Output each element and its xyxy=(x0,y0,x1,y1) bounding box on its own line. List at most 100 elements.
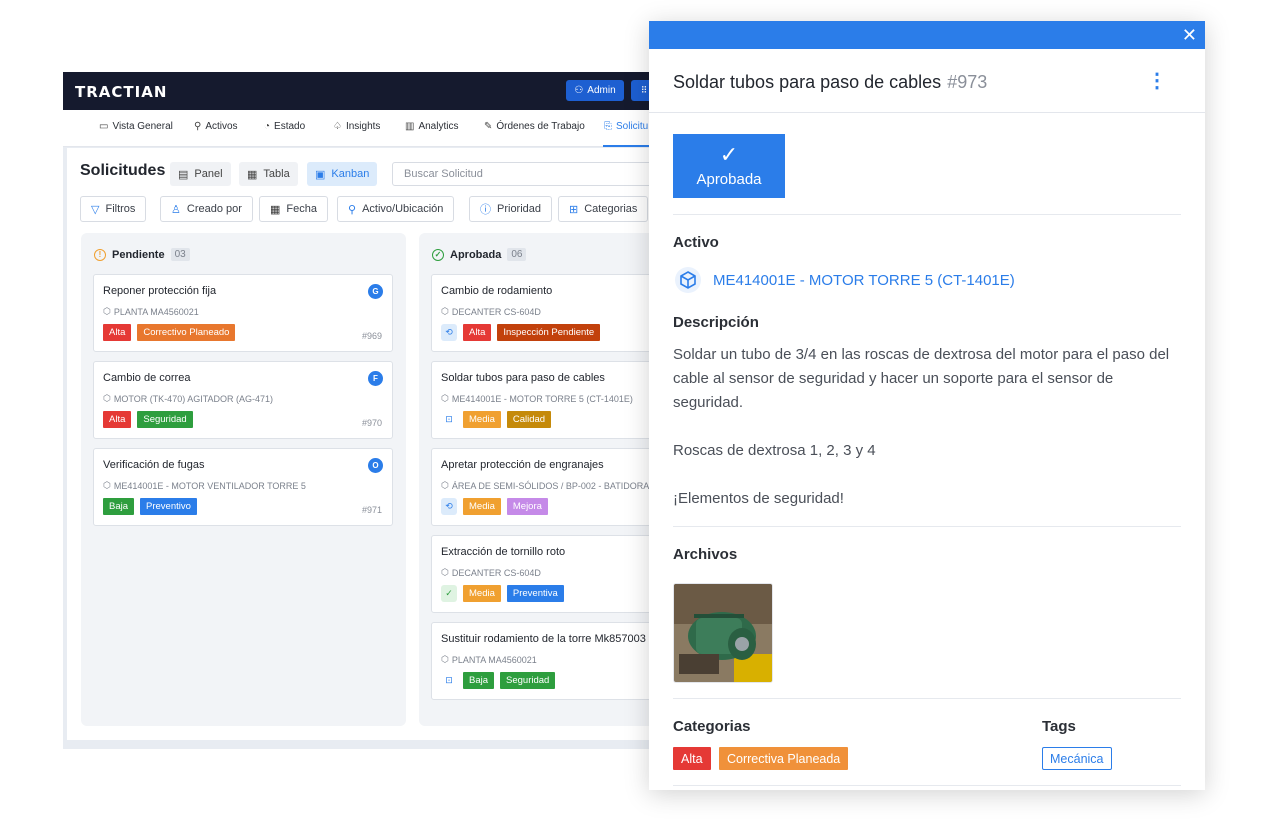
priority-tag: Media xyxy=(463,411,501,428)
hierarchy-icon: ⚲ xyxy=(348,203,357,216)
nav-solicitudes[interactable]: ⎘ Solicitu xyxy=(604,121,648,132)
status-approved-button[interactable]: ✓ Aprobada xyxy=(673,134,785,198)
cube-icon: ⬡ xyxy=(441,567,449,577)
view-panel-button[interactable]: ▤ Panel xyxy=(170,162,231,186)
card-asset: ⬡ DECANTER CS-604D xyxy=(441,306,541,317)
cube-icon: ⬡ xyxy=(103,393,111,403)
clock-icon: ! xyxy=(94,248,106,261)
description-text: ¡Elementos de seguridad! xyxy=(673,490,844,507)
category-tag: Correctivo Planeado xyxy=(137,324,236,341)
nav-ordenes[interactable]: ✎ Órdenes de Trabajo xyxy=(484,121,585,132)
card-title: Sustituir rodamiento de la torre Mk85700… xyxy=(441,633,646,645)
panel-top-bar: ✕ xyxy=(649,21,1205,49)
admin-label: Admin xyxy=(587,85,616,96)
admin-button[interactable]: ⚇ Admin xyxy=(566,80,624,101)
card-asset: ⬡ MOTOR (TK-470) AGITADOR (AG-471) xyxy=(103,393,274,404)
cube-icon: ⬡ xyxy=(441,306,449,316)
close-icon[interactable]: ✕ xyxy=(1182,25,1197,45)
priority-tag: Alta xyxy=(103,411,132,428)
filter-categorias-button[interactable]: ⊞ Categorias xyxy=(558,196,649,222)
monitor-icon: ▭ xyxy=(99,121,109,132)
tag-chip: Mecánica xyxy=(1042,747,1112,770)
view-kanban-button[interactable]: ▣ Kanban xyxy=(307,162,378,186)
funnel-icon: ▽ xyxy=(91,203,100,216)
view-tabla-button[interactable]: ▦ Tabla xyxy=(239,162,298,186)
asset-link[interactable]: ME414001E - MOTOR TORRE 5 (CT-1401E) xyxy=(675,267,1015,293)
filter-filtros-button[interactable]: ▽ Filtros xyxy=(80,196,147,222)
bar-chart-icon: ▥ xyxy=(405,121,415,132)
check-circle-icon: ✓ xyxy=(432,248,444,261)
card-asset: ⬡ ME414001E - MOTOR TORRE 5 (CT-1401E) xyxy=(441,393,633,404)
card-tags: Alta Correctivo Planeado xyxy=(103,324,236,341)
asset-heading: Activo xyxy=(673,234,719,251)
cube-icon: ⬡ xyxy=(441,393,449,403)
nav-analytics[interactable]: ▥ Analytics xyxy=(405,121,458,132)
unlock-icon: ⊡ xyxy=(445,675,453,685)
cube-icon: ⬡ xyxy=(441,654,449,664)
gauge-icon: ◔ xyxy=(264,121,271,132)
categories-heading: Categorias xyxy=(673,718,751,735)
nav-estado[interactable]: ◔ Estado xyxy=(264,121,305,132)
divider xyxy=(673,698,1181,699)
card-asset: ⬡ PLANTA MA4560021 xyxy=(441,654,537,665)
category-tag: Mejora xyxy=(506,498,548,515)
sync-icon: ⟲ xyxy=(441,498,457,515)
card-title: Cambio de rodamiento xyxy=(441,285,553,297)
category-tag: Inspección Pendiente xyxy=(497,324,601,341)
card-number: #969 xyxy=(361,331,382,341)
card-title: Verificación de fugas xyxy=(103,459,205,471)
card-tags: Alta Seguridad xyxy=(103,411,193,428)
cube-icon: ⬡ xyxy=(103,306,111,316)
divider xyxy=(673,785,1181,786)
more-options-icon[interactable]: ⋮ xyxy=(1147,69,1167,93)
unlock-icon: ⊡ xyxy=(445,414,453,424)
filter-fecha-button[interactable]: ▦ Fecha xyxy=(259,196,328,222)
top-bar: TRACTIAN ⚇ Admin ⠿ xyxy=(63,72,703,110)
category-tag: Calidad xyxy=(506,411,552,428)
description-heading: Descripción xyxy=(673,314,759,331)
kanban-card[interactable]: Reponer protección fija G ⬡ PLANTA MA4560… xyxy=(93,274,393,352)
asset-icon xyxy=(675,267,701,293)
nav-activos[interactable]: ⚲ Activos xyxy=(194,121,238,132)
main-nav: ▭ Vista General ⚲ Activos ◔ Estado ♤ Insight… xyxy=(63,110,703,147)
tags-heading: Tags xyxy=(1042,718,1076,735)
bell-icon: ♤ xyxy=(333,121,342,132)
category-tag: Preventiva xyxy=(506,585,564,602)
column-header: ! Pendiente 03 xyxy=(94,248,190,261)
column-pendiente: ! Pendiente 03 Reponer protección fija G… xyxy=(81,233,406,726)
panel-header: Soldar tubos para paso de cables #973 ⋮ xyxy=(649,49,1205,113)
user-icon: ♙ xyxy=(171,203,181,216)
user-icon: ⚇ xyxy=(574,85,584,96)
hierarchy-icon: ⚲ xyxy=(194,121,202,132)
description-text: Roscas de dextrosa 1, 2, 3 y 4 xyxy=(673,442,876,459)
column-count: 03 xyxy=(170,248,190,261)
sync-icon: ⟲ xyxy=(441,324,457,341)
file-thumbnail-image[interactable] xyxy=(673,583,773,683)
request-icon: ⎘ xyxy=(604,121,612,132)
nav-insights[interactable]: ♤ Insights xyxy=(333,121,380,132)
card-tags: ⊡ Media Calidad xyxy=(441,411,552,428)
filter-prioridad-button[interactable]: ⓘ Prioridad xyxy=(469,196,553,222)
column-header: ✓ Aprobada 06 xyxy=(432,248,527,261)
tractian-logo: TRACTIAN xyxy=(75,83,168,101)
card-title: Cambio de correa xyxy=(103,372,191,384)
check-icon: ✓ xyxy=(441,585,457,602)
card-tags: ⟲ Alta Inspección Pendiente xyxy=(441,324,601,341)
kanban-card[interactable]: Verificación de fugas O ⬡ ME414001E - MOT… xyxy=(93,448,393,526)
category-tag: Correctiva Planeada xyxy=(719,747,849,770)
kanban-app-window: TRACTIAN ⚇ Admin ⠿ ▭ Vista General ⚲ Activ… xyxy=(63,72,703,749)
priority-tag: Media xyxy=(463,498,501,515)
kanban-icon: ▣ xyxy=(315,168,326,181)
kanban-card[interactable]: Cambio de correa F ⬡ MOTOR (TK-470) AGITA… xyxy=(93,361,393,439)
avatar: O xyxy=(368,458,383,473)
priority-tag: Media xyxy=(463,585,501,602)
nav-vista-general[interactable]: ▭ Vista General xyxy=(99,121,173,132)
page-title: Solicitudes xyxy=(80,162,166,179)
card-asset: ⬡ ME414001E - MOTOR VENTILADOR TORRE 5 xyxy=(103,480,306,491)
card-asset: ⬡ DECANTER CS-604D xyxy=(441,567,541,578)
column-count: 06 xyxy=(507,248,527,261)
filter-activo-button[interactable]: ⚲ Activo/Ubicación xyxy=(337,196,455,222)
card-tags: ⊡ Baja Seguridad xyxy=(441,672,556,689)
filter-creado-por-button[interactable]: ♙ Creado por xyxy=(160,196,253,222)
divider xyxy=(673,214,1181,215)
